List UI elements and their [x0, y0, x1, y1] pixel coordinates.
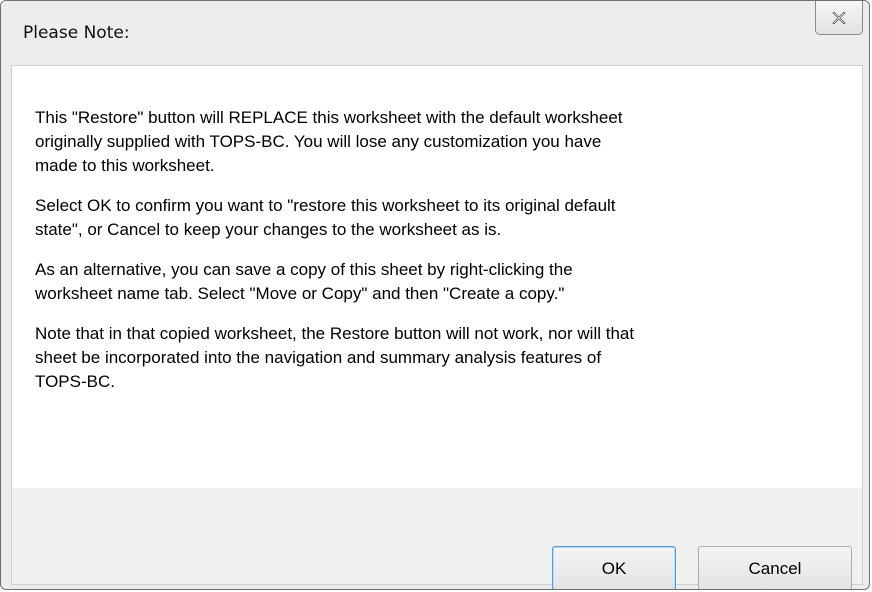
message-line: worksheet name tab. Select "Move or Copy… [35, 284, 565, 303]
cancel-button[interactable]: Cancel [698, 546, 852, 589]
title-bar[interactable]: Please Note: [1, 1, 869, 65]
message-line: Note that in that copied worksheet, the … [35, 324, 635, 343]
dialog-window: Please Note: This "Restore" button will … [0, 0, 870, 590]
button-bar: OK Cancel [12, 488, 862, 589]
dialog-title: Please Note: [23, 23, 130, 43]
message-paragraph-3: As an alternative, you can save a copy o… [35, 258, 805, 306]
message-line: Select OK to confirm you want to "restor… [35, 196, 616, 215]
message-text: This "Restore" button will REPLACE this … [35, 106, 805, 410]
message-paragraph-4: Note that in that copied worksheet, the … [35, 322, 805, 394]
message-paragraph-2: Select OK to confirm you want to "restor… [35, 194, 805, 242]
message-line: sheet be incorporated into the navigatio… [35, 348, 602, 367]
message-area: This "Restore" button will REPLACE this … [12, 66, 862, 488]
message-line: state", or Cancel to keep your changes t… [35, 220, 502, 239]
message-line: TOPS-BC. [35, 372, 115, 391]
message-line: made to this worksheet. [35, 156, 215, 175]
close-button[interactable] [815, 1, 863, 35]
dialog-body: This "Restore" button will REPLACE this … [11, 65, 863, 589]
message-line: originally supplied with TOPS-BC. You wi… [35, 132, 602, 151]
ok-button[interactable]: OK [552, 546, 676, 589]
message-line: This "Restore" button will REPLACE this … [35, 108, 623, 127]
close-x-icon [832, 11, 846, 24]
message-paragraph-1: This "Restore" button will REPLACE this … [35, 106, 805, 178]
message-line: As an alternative, you can save a copy o… [35, 260, 573, 279]
